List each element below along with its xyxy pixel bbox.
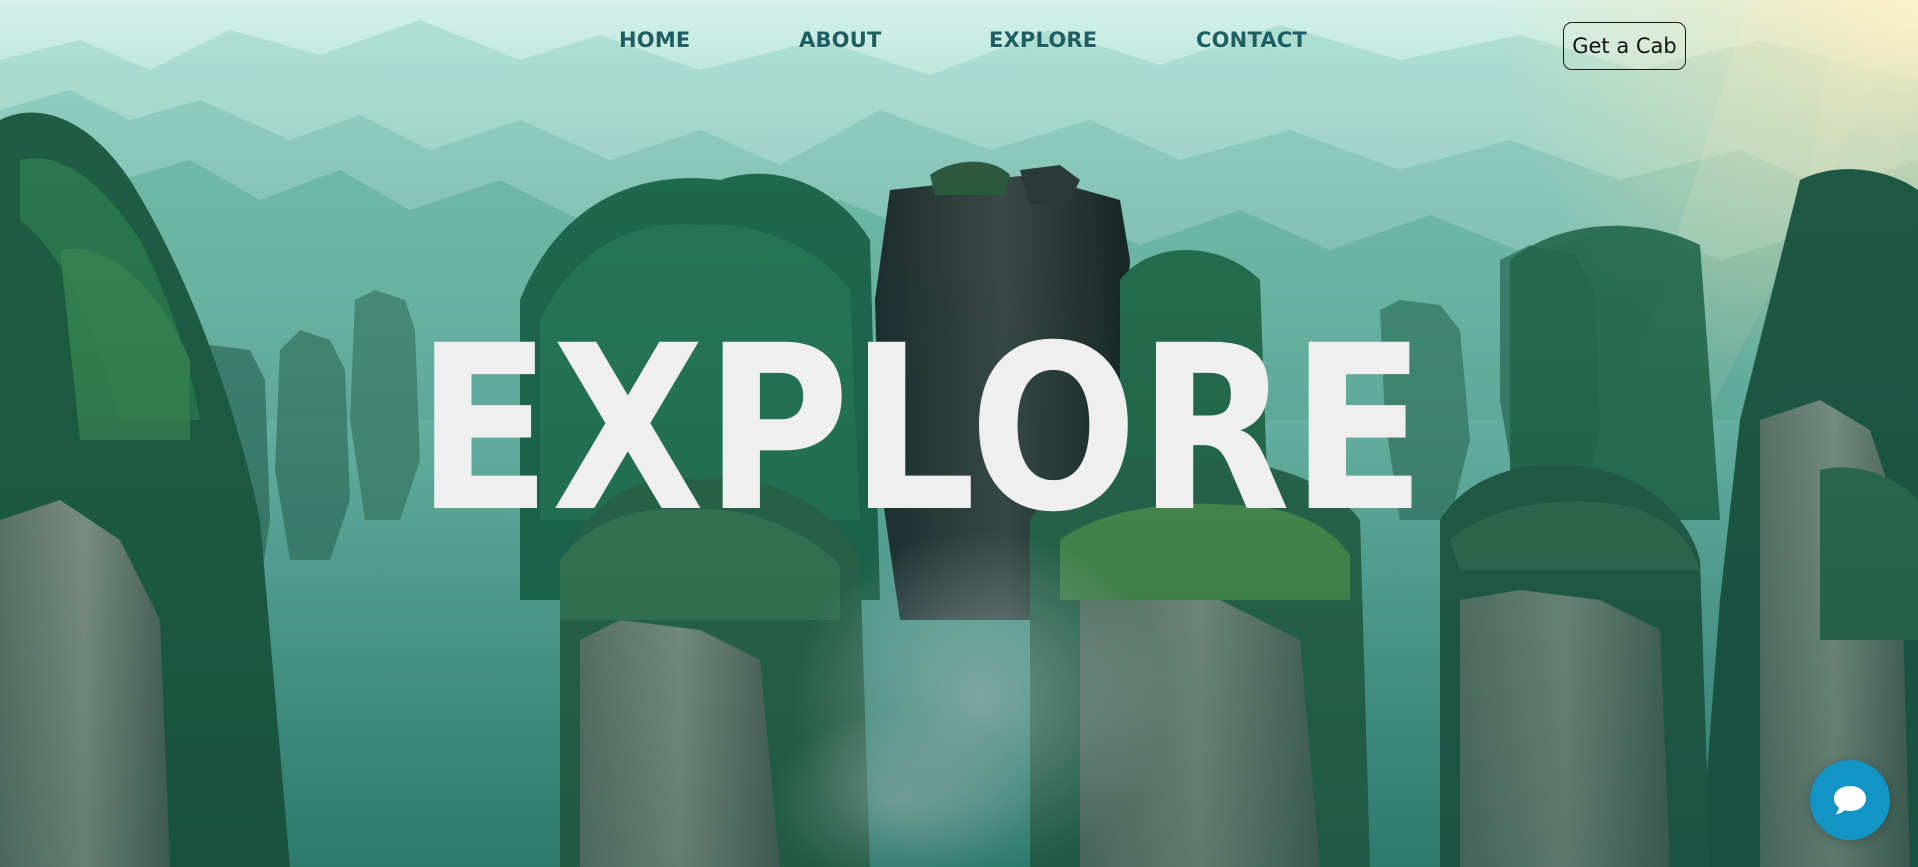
hero-headline-text: EXPLORE <box>416 308 1426 518</box>
chat-button[interactable] <box>1810 760 1890 840</box>
get-a-cab-button[interactable]: Get a Cab <box>1563 22 1686 70</box>
main-navigation: HOME ABOUT EXPLORE CONTACT Get a Cab <box>0 0 1918 90</box>
nav-link-home[interactable]: HOME <box>619 28 690 52</box>
nav-link-contact[interactable]: CONTACT <box>1196 28 1307 52</box>
chat-bubble-icon <box>1834 786 1866 815</box>
nav-link-explore[interactable]: EXPLORE <box>989 28 1097 52</box>
nav-link-about[interactable]: ABOUT <box>799 28 882 52</box>
hero-section: HOME ABOUT EXPLORE CONTACT Get a Cab EXP… <box>0 0 1918 867</box>
hero-headline: EXPLORE <box>412 308 1430 518</box>
